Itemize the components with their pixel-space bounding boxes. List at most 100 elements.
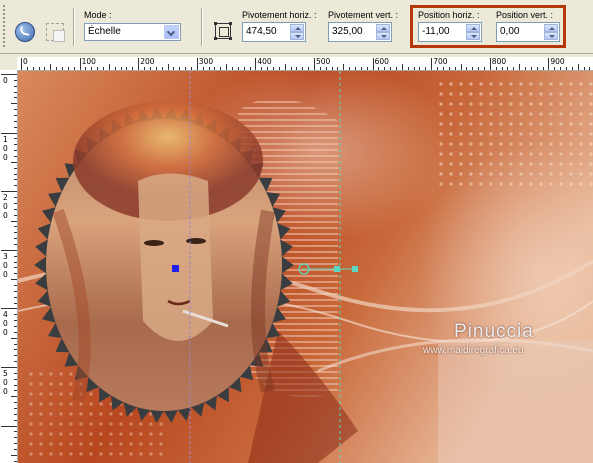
ruler-tick bbox=[478, 67, 480, 70]
ruler-tick bbox=[14, 343, 17, 345]
ruler-tick bbox=[226, 64, 228, 70]
pivot-v-label: Pivotement vert. : bbox=[328, 10, 399, 20]
ruler-tick bbox=[14, 384, 17, 386]
pivot-h-input[interactable]: 474,50 bbox=[242, 22, 306, 42]
ruler-tick bbox=[349, 67, 351, 70]
ruler-tick bbox=[14, 126, 17, 128]
frame-icon[interactable] bbox=[214, 22, 232, 40]
ruler-tick bbox=[14, 255, 17, 257]
ruler-tick bbox=[14, 355, 17, 357]
ruler-tick bbox=[267, 67, 269, 70]
ruler-label: 300 bbox=[198, 57, 214, 66]
ruler-tick bbox=[390, 67, 392, 70]
reset-button[interactable] bbox=[43, 20, 67, 44]
ruler-tick bbox=[331, 67, 333, 70]
ruler-tick bbox=[560, 67, 562, 70]
chevron-down-icon[interactable] bbox=[164, 25, 179, 39]
pivot-h-value: 474,50 bbox=[246, 26, 277, 37]
ruler-tick bbox=[14, 109, 17, 111]
ruler-tick bbox=[14, 349, 17, 351]
ruler-tick bbox=[14, 361, 17, 363]
ruler-tick bbox=[530, 67, 532, 70]
ruler-tick bbox=[14, 331, 17, 333]
watermark-url: www.maidiregrafica.eu bbox=[423, 345, 524, 356]
ruler-tick bbox=[14, 79, 17, 81]
ruler-tick bbox=[97, 67, 99, 70]
ruler-tick bbox=[91, 67, 93, 70]
pivot-h-label: Pivotement horiz. : bbox=[242, 10, 317, 20]
ruler-tick bbox=[489, 58, 491, 70]
ruler-label: 3 0 0 bbox=[3, 251, 8, 279]
ruler-tick bbox=[14, 115, 17, 117]
ruler-tick bbox=[472, 67, 474, 70]
mode-value: Échelle bbox=[88, 26, 121, 37]
ruler-tick bbox=[79, 58, 81, 70]
mode-select[interactable]: Échelle bbox=[84, 23, 181, 41]
ruler-tick bbox=[202, 67, 204, 70]
ruler-tick bbox=[11, 220, 17, 222]
ruler-tick bbox=[161, 67, 163, 70]
ruler-tick bbox=[50, 64, 52, 70]
ruler-tick bbox=[62, 67, 64, 70]
ruler-tick bbox=[413, 67, 415, 70]
ruler-tick bbox=[144, 67, 146, 70]
toolbar-grip[interactable] bbox=[2, 4, 6, 48]
ruler-tick bbox=[14, 156, 17, 158]
ruler-tick bbox=[44, 67, 46, 70]
ruler-tick bbox=[14, 413, 17, 415]
spin-up-icon[interactable] bbox=[290, 24, 304, 32]
ruler-tick bbox=[14, 284, 17, 286]
ruler-tick bbox=[437, 67, 439, 70]
ruler-tick bbox=[11, 454, 17, 456]
ruler-label: 100 bbox=[81, 57, 96, 66]
ruler-label: 800 bbox=[491, 57, 507, 66]
ruler-tick bbox=[14, 325, 17, 327]
ruler-tick bbox=[460, 64, 462, 70]
ruler-tick bbox=[407, 67, 409, 70]
ruler-tick bbox=[343, 64, 345, 70]
ruler-tick bbox=[14, 202, 17, 204]
ruler-tick bbox=[11, 161, 17, 163]
spin-down-icon[interactable] bbox=[376, 32, 390, 40]
vertical-ruler: 0 1 0 0 2 0 0 3 0 0 4 0 0 5 0 0 bbox=[0, 70, 18, 463]
pivot-v-input[interactable]: 325,00 bbox=[328, 22, 392, 42]
ruler-tick bbox=[114, 67, 116, 70]
ruler-tick bbox=[14, 372, 17, 374]
canvas-image bbox=[18, 71, 593, 463]
pivot-v-value: 325,00 bbox=[332, 26, 363, 37]
ruler-tick bbox=[278, 67, 280, 70]
ruler-tick bbox=[120, 67, 122, 70]
ruler-tick bbox=[108, 64, 110, 70]
ruler-tick bbox=[14, 443, 17, 445]
ruler-tick bbox=[249, 67, 251, 70]
ruler-tick bbox=[378, 67, 380, 70]
spin-down-icon[interactable] bbox=[290, 32, 304, 40]
ruler-tick bbox=[261, 67, 263, 70]
position-highlight-box bbox=[410, 5, 566, 48]
toolbar-separator bbox=[73, 8, 74, 46]
ruler-tick bbox=[14, 273, 17, 275]
ruler-tick bbox=[14, 437, 17, 439]
ruler-tick bbox=[126, 67, 128, 70]
ruler-label: 0 bbox=[23, 57, 28, 66]
ruler-tick bbox=[14, 138, 17, 140]
ruler-tick bbox=[208, 67, 210, 70]
ruler-tick bbox=[325, 67, 327, 70]
apply-button[interactable] bbox=[13, 20, 37, 44]
ruler-tick bbox=[384, 67, 386, 70]
ruler-tick bbox=[132, 67, 134, 70]
image-canvas[interactable]: Pinuccia www.maidiregrafica.eu bbox=[18, 71, 593, 463]
mode-label: Mode : bbox=[84, 10, 112, 20]
ruler-tick bbox=[14, 296, 17, 298]
ruler-tick bbox=[14, 238, 17, 240]
ruler-tick bbox=[272, 67, 274, 70]
ruler-tick bbox=[190, 67, 192, 70]
horizontal-ruler: 0 100 200 300 400 500 600 700 800 900 bbox=[17, 57, 593, 71]
spin-up-icon[interactable] bbox=[376, 24, 390, 32]
ruler-tick bbox=[1, 249, 17, 251]
ruler-tick bbox=[431, 58, 433, 70]
ruler-tick bbox=[11, 396, 17, 398]
ruler-tick bbox=[308, 67, 310, 70]
ruler-tick bbox=[355, 67, 357, 70]
ruler-tick bbox=[11, 279, 17, 281]
